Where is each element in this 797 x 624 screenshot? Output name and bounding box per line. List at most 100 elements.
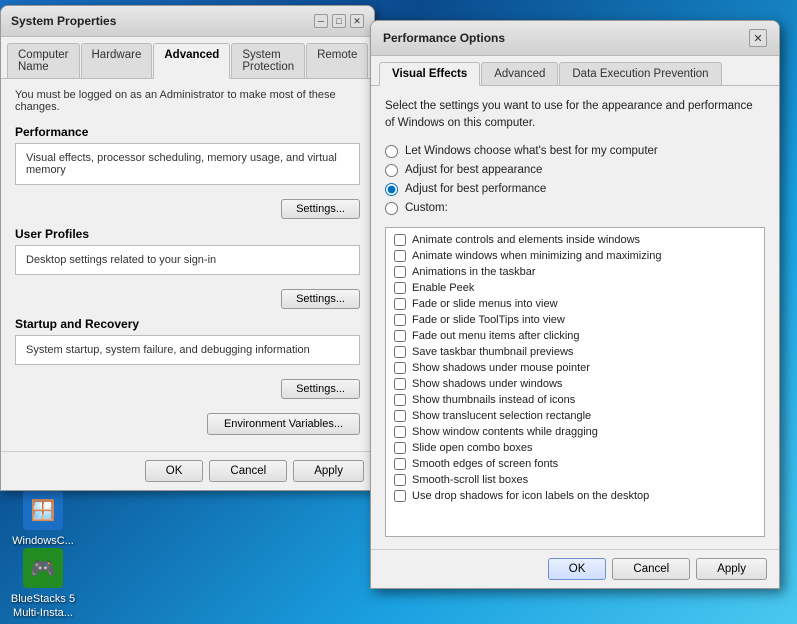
checkbox-fade-menus[interactable]: Fade or slide menus into view <box>386 296 764 312</box>
cancel-button[interactable]: Cancel <box>209 460 287 482</box>
performance-desc: Visual effects, processor scheduling, me… <box>26 152 349 176</box>
perf-ok-button[interactable]: OK <box>548 558 607 580</box>
radio-custom-label: Custom: <box>405 202 448 214</box>
performance-options-dialog: Performance Options ✕ Visual Effects Adv… <box>370 20 780 589</box>
checkbox-animate-controls-label: Animate controls and elements inside win… <box>412 234 640 246</box>
radio-let-windows-input[interactable] <box>385 145 398 158</box>
checkbox-enable-peek-input[interactable] <box>394 282 406 294</box>
checkbox-animations-taskbar-input[interactable] <box>394 266 406 278</box>
checkbox-shadows-pointer-label: Show shadows under mouse pointer <box>412 362 590 374</box>
perf-apply-button[interactable]: Apply <box>696 558 767 580</box>
title-controls: ─ □ ✕ <box>314 14 364 28</box>
desktop-icon-windowsc[interactable]: 🪟 WindowsC... <box>8 490 78 548</box>
perf-titlebar: Performance Options ✕ <box>371 21 779 56</box>
radio-best-appearance-input[interactable] <box>385 164 398 177</box>
performance-section: Performance Visual effects, processor sc… <box>15 125 360 223</box>
radio-best-performance-input[interactable] <box>385 183 398 196</box>
startup-desc: System startup, system failure, and debu… <box>26 344 349 356</box>
maximize-button[interactable]: □ <box>332 14 346 28</box>
checkbox-thumbnails-icons-input[interactable] <box>394 394 406 406</box>
perf-tab-data-execution[interactable]: Data Execution Prevention <box>559 62 721 85</box>
perf-tab-advanced[interactable]: Advanced <box>481 62 558 85</box>
checkbox-shadows-windows-input[interactable] <box>394 378 406 390</box>
perf-tab-visual-effects[interactable]: Visual Effects <box>379 62 480 86</box>
startup-section: Startup and Recovery System startup, sys… <box>15 317 360 403</box>
checkbox-smooth-edges-label: Smooth edges of screen fonts <box>412 458 558 470</box>
sys-props-content: You must be logged on as an Administrato… <box>1 79 374 451</box>
perf-cancel-button[interactable]: Cancel <box>612 558 690 580</box>
checkbox-window-contents-input[interactable] <box>394 426 406 438</box>
checkbox-slide-combo-input[interactable] <box>394 442 406 454</box>
checkbox-save-thumbnail-label: Save taskbar thumbnail previews <box>412 346 573 358</box>
radio-group: Let Windows choose what's best for my co… <box>385 145 765 215</box>
ok-button[interactable]: OK <box>145 460 204 482</box>
tab-system-protection[interactable]: System Protection <box>231 43 305 78</box>
tab-remote[interactable]: Remote <box>306 43 368 78</box>
desktop-icon-bluestacks-img: 🎮 <box>23 548 63 588</box>
checkbox-shadows-windows[interactable]: Show shadows under windows <box>386 376 764 392</box>
checkbox-drop-shadows-input[interactable] <box>394 490 406 502</box>
startup-settings-row: Settings... <box>15 375 360 403</box>
user-profiles-settings-button[interactable]: Settings... <box>281 289 360 309</box>
radio-let-windows[interactable]: Let Windows choose what's best for my co… <box>385 145 765 158</box>
user-profiles-desc: Desktop settings related to your sign-in <box>26 254 349 266</box>
checkbox-animate-windows-label: Animate windows when minimizing and maxi… <box>412 250 661 262</box>
radio-best-performance[interactable]: Adjust for best performance <box>385 183 765 196</box>
checkbox-smooth-edges-input[interactable] <box>394 458 406 470</box>
radio-best-performance-label: Adjust for best performance <box>405 183 546 195</box>
checkbox-translucent-selection-input[interactable] <box>394 410 406 422</box>
checkbox-fade-tooltips-input[interactable] <box>394 314 406 326</box>
checkbox-fade-tooltips[interactable]: Fade or slide ToolTips into view <box>386 312 764 328</box>
user-profiles-box: Desktop settings related to your sign-in <box>15 245 360 275</box>
desktop-icon-bluestacks-label: BlueStacks 5 Multi-Insta... <box>11 592 75 621</box>
desktop-icon-windowsc-label: WindowsC... <box>12 534 74 548</box>
checkbox-enable-peek[interactable]: Enable Peek <box>386 280 764 296</box>
minimize-button[interactable]: ─ <box>314 14 328 28</box>
desktop-icon-bluestacks[interactable]: 🎮 BlueStacks 5 Multi-Insta... <box>8 548 78 621</box>
checkbox-animate-windows[interactable]: Animate windows when minimizing and maxi… <box>386 248 764 264</box>
radio-best-appearance[interactable]: Adjust for best appearance <box>385 164 765 177</box>
performance-settings-button[interactable]: Settings... <box>281 199 360 219</box>
checkbox-drop-shadows-label: Use drop shadows for icon labels on the … <box>412 490 649 502</box>
radio-custom-input[interactable] <box>385 202 398 215</box>
tab-advanced[interactable]: Advanced <box>153 43 230 79</box>
apply-button[interactable]: Apply <box>293 460 364 482</box>
sys-props-title: System Properties <box>11 14 116 28</box>
checkbox-drop-shadows[interactable]: Use drop shadows for icon labels on the … <box>386 488 764 504</box>
tab-computer-name[interactable]: Computer Name <box>7 43 80 78</box>
radio-custom[interactable]: Custom: <box>385 202 765 215</box>
performance-title: Performance <box>15 125 360 139</box>
close-button[interactable]: ✕ <box>350 14 364 28</box>
checkbox-save-thumbnail-input[interactable] <box>394 346 406 358</box>
sys-props-footer: OK Cancel Apply <box>1 451 374 490</box>
checkbox-smooth-edges[interactable]: Smooth edges of screen fonts <box>386 456 764 472</box>
checkbox-fade-menus-input[interactable] <box>394 298 406 310</box>
checkbox-animate-windows-input[interactable] <box>394 250 406 262</box>
checkbox-translucent-selection[interactable]: Show translucent selection rectangle <box>386 408 764 424</box>
checkbox-fade-menu-items-label: Fade out menu items after clicking <box>412 330 580 342</box>
checkbox-shadows-pointer-input[interactable] <box>394 362 406 374</box>
startup-settings-button[interactable]: Settings... <box>281 379 360 399</box>
checkbox-animate-controls-input[interactable] <box>394 234 406 246</box>
checkbox-animate-controls[interactable]: Animate controls and elements inside win… <box>386 232 764 248</box>
checkbox-enable-peek-label: Enable Peek <box>412 282 474 294</box>
tab-hardware[interactable]: Hardware <box>81 43 153 78</box>
checkbox-slide-combo[interactable]: Slide open combo boxes <box>386 440 764 456</box>
user-profiles-settings-row: Settings... <box>15 285 360 313</box>
checkbox-fade-menu-items[interactable]: Fade out menu items after clicking <box>386 328 764 344</box>
radio-best-appearance-label: Adjust for best appearance <box>405 164 542 176</box>
checkbox-save-thumbnail[interactable]: Save taskbar thumbnail previews <box>386 344 764 360</box>
performance-settings-row: Settings... <box>15 195 360 223</box>
checkbox-shadows-pointer[interactable]: Show shadows under mouse pointer <box>386 360 764 376</box>
checkbox-smooth-scroll[interactable]: Smooth-scroll list boxes <box>386 472 764 488</box>
perf-desc: Select the settings you want to use for … <box>385 98 765 133</box>
checkbox-smooth-scroll-input[interactable] <box>394 474 406 486</box>
checkbox-animations-taskbar[interactable]: Animations in the taskbar <box>386 264 764 280</box>
checkbox-window-contents[interactable]: Show window contents while dragging <box>386 424 764 440</box>
perf-close-button[interactable]: ✕ <box>749 29 767 47</box>
checkbox-list: Animate controls and elements inside win… <box>385 227 765 537</box>
environment-variables-button[interactable]: Environment Variables... <box>207 413 360 435</box>
perf-content: Select the settings you want to use for … <box>371 86 779 549</box>
checkbox-fade-menu-items-input[interactable] <box>394 330 406 342</box>
checkbox-thumbnails-icons[interactable]: Show thumbnails instead of icons <box>386 392 764 408</box>
